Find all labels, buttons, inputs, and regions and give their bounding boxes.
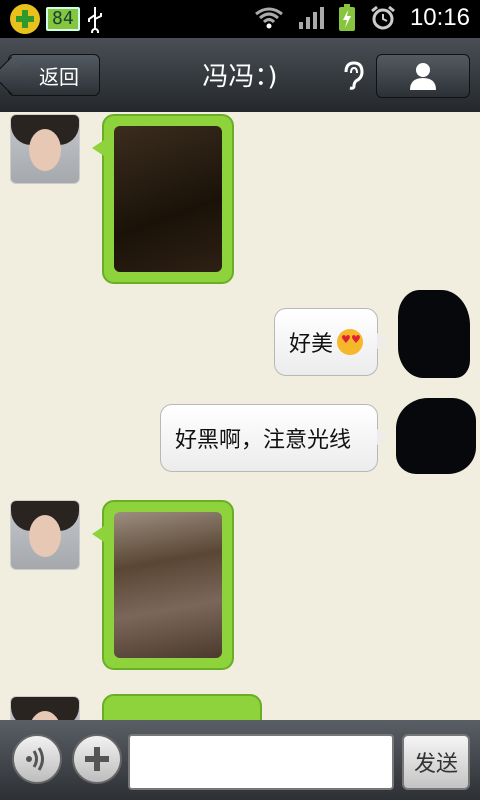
chat-header: 返回 冯冯：) bbox=[0, 38, 480, 114]
message-text: 好美 bbox=[289, 332, 334, 357]
battery-level-badge: 84 bbox=[46, 7, 80, 31]
message-input[interactable] bbox=[128, 734, 394, 790]
message-list[interactable]: 好美 好黑啊，注意光线 bbox=[0, 112, 480, 720]
add-attachment-button[interactable] bbox=[72, 734, 122, 784]
earpiece-mode-icon[interactable] bbox=[340, 60, 368, 90]
wifi-icon bbox=[255, 7, 283, 29]
obscured-avatar bbox=[398, 290, 470, 378]
app-plus-icon bbox=[10, 4, 40, 34]
status-bar: 84 10:16 bbox=[0, 0, 480, 38]
alarm-icon bbox=[371, 5, 395, 30]
sent-message-bubble[interactable]: 好黑啊，注意光线 bbox=[160, 404, 389, 472]
message-text: 好黑啊，注意光线 bbox=[175, 428, 352, 453]
photo-thumbnail[interactable] bbox=[114, 512, 222, 658]
voice-icon bbox=[26, 747, 44, 771]
photo-thumbnail[interactable] bbox=[114, 126, 222, 272]
input-bar: 发送 bbox=[0, 720, 480, 800]
voice-input-button[interactable] bbox=[12, 734, 62, 784]
avatar[interactable] bbox=[10, 114, 80, 184]
signal-icon bbox=[298, 7, 324, 29]
partial-message-bubble[interactable] bbox=[102, 694, 262, 720]
obscured-avatar bbox=[396, 398, 476, 474]
heart-eyes-emoji-icon bbox=[337, 329, 363, 355]
battery-charging-icon bbox=[338, 4, 355, 31]
avatar[interactable] bbox=[10, 696, 80, 720]
clock-time: 10:16 bbox=[409, 4, 470, 31]
image-message-bubble[interactable] bbox=[92, 500, 234, 670]
plus-icon bbox=[85, 747, 109, 771]
send-button[interactable]: 发送 bbox=[402, 734, 470, 790]
usb-icon bbox=[87, 7, 102, 33]
person-icon bbox=[410, 63, 436, 90]
image-message-bubble[interactable] bbox=[92, 114, 234, 284]
avatar[interactable] bbox=[10, 500, 80, 570]
sent-message-bubble[interactable]: 好美 bbox=[274, 308, 389, 376]
contact-info-button[interactable] bbox=[376, 54, 470, 98]
